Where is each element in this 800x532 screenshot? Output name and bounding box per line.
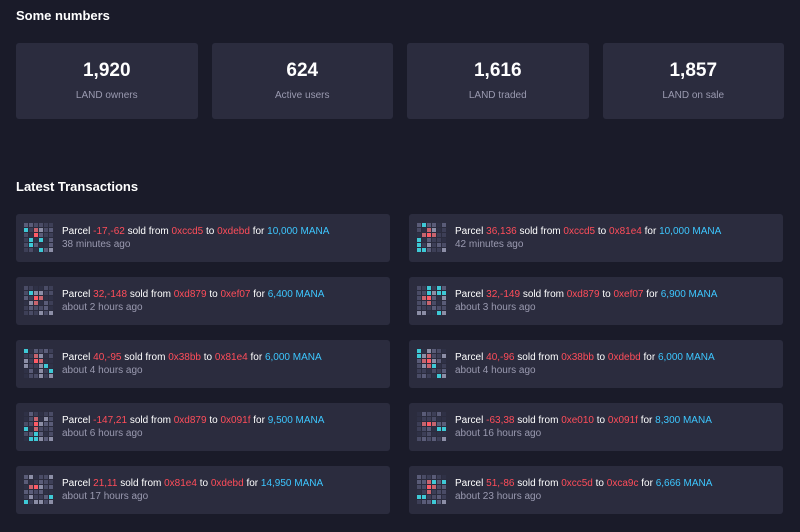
transaction-time: about 3 hours ago bbox=[455, 302, 536, 313]
transaction-description: Parcel 32,-149 sold from 0xd879 to 0xef0… bbox=[455, 289, 718, 300]
parcel-map-icon bbox=[24, 412, 53, 441]
transaction-time: about 23 hours ago bbox=[455, 491, 542, 502]
transaction-description: Parcel 51,-86 sold from 0xcc5d to 0xca9c… bbox=[455, 478, 713, 489]
price: 6,900 MANA bbox=[660, 289, 718, 300]
transaction-time: about 6 hours ago bbox=[62, 428, 143, 439]
transaction-card[interactable]: Parcel 40,-96 sold from 0x38bb to 0xdebd… bbox=[409, 340, 783, 388]
parcel-map-icon bbox=[24, 286, 53, 315]
buyer-address-link[interactable]: 0x091f bbox=[608, 415, 638, 426]
buyer-address-link[interactable]: 0xdebd bbox=[211, 478, 244, 489]
transaction-card[interactable]: Parcel 32,-148 sold from 0xd879 to 0xef0… bbox=[16, 277, 390, 325]
seller-address-link[interactable]: 0x81e4 bbox=[164, 478, 197, 489]
parcel-coords-link[interactable]: 40,-96 bbox=[486, 352, 514, 363]
seller-address-link[interactable]: 0x38bb bbox=[168, 352, 201, 363]
stat-card-land-on-sale: 1,857 LAND on sale bbox=[602, 43, 784, 119]
transaction-card[interactable]: Parcel 36,136 sold from 0xccd5 to 0x81e4… bbox=[409, 214, 783, 262]
buyer-address-link[interactable]: 0x81e4 bbox=[609, 226, 642, 237]
parcel-map-icon bbox=[417, 475, 446, 504]
transaction-card[interactable]: Parcel 51,-86 sold from 0xcc5d to 0xca9c… bbox=[409, 466, 783, 514]
seller-address-link[interactable]: 0xd879 bbox=[174, 289, 207, 300]
transaction-time: about 16 hours ago bbox=[455, 428, 542, 439]
transaction-description: Parcel 21,11 sold from 0x81e4 to 0xdebd … bbox=[62, 478, 324, 489]
buyer-address-link[interactable]: 0xef07 bbox=[613, 289, 643, 300]
stat-card-land-owners: 1,920 LAND owners bbox=[16, 43, 198, 119]
stat-value: 1,920 bbox=[82, 60, 131, 81]
parcel-coords-link[interactable]: -17,-62 bbox=[93, 226, 125, 237]
stat-value: 1,857 bbox=[669, 60, 718, 81]
parcel-map-icon bbox=[24, 223, 53, 252]
stat-card-active-users: 624 Active users bbox=[211, 43, 393, 119]
parcel-coords-link[interactable]: -147,21 bbox=[93, 415, 127, 426]
stat-value: 1,616 bbox=[473, 60, 522, 81]
parcel-map-icon bbox=[417, 412, 446, 441]
transaction-description: Parcel -147,21 sold from 0xd879 to 0x091… bbox=[62, 415, 325, 426]
seller-address-link[interactable]: 0xcc5d bbox=[561, 478, 593, 489]
parcel-coords-link[interactable]: 32,-149 bbox=[486, 289, 520, 300]
section-title-numbers: Some numbers bbox=[16, 8, 110, 23]
transaction-description: Parcel 40,-95 sold from 0x38bb to 0x81e4… bbox=[62, 352, 322, 363]
price: 9,500 MANA bbox=[267, 415, 325, 426]
seller-address-link[interactable]: 0xd879 bbox=[567, 289, 600, 300]
price: 14,950 MANA bbox=[260, 478, 324, 489]
parcel-coords-link[interactable]: 40,-95 bbox=[93, 352, 121, 363]
transactions-list: Parcel -17,-62 sold from 0xccd5 to 0xdeb… bbox=[16, 214, 790, 514]
transaction-card[interactable]: Parcel 32,-149 sold from 0xd879 to 0xef0… bbox=[409, 277, 783, 325]
parcel-map-icon bbox=[24, 349, 53, 378]
transaction-time: about 4 hours ago bbox=[455, 365, 536, 376]
price: 8,300 MANA bbox=[655, 415, 712, 426]
transaction-description: Parcel 40,-96 sold from 0x38bb to 0xdebd… bbox=[455, 352, 715, 363]
transaction-time: about 2 hours ago bbox=[62, 302, 143, 313]
seller-address-link[interactable]: 0xccd5 bbox=[172, 226, 204, 237]
buyer-address-link[interactable]: 0xdebd bbox=[608, 352, 641, 363]
parcel-coords-link[interactable]: 51,-86 bbox=[486, 478, 514, 489]
parcel-map-icon bbox=[417, 223, 446, 252]
price: 10,000 MANA bbox=[659, 226, 722, 237]
stat-label: LAND on sale bbox=[662, 90, 725, 101]
price: 6,666 MANA bbox=[655, 478, 713, 489]
parcel-coords-link[interactable]: 36,136 bbox=[486, 226, 517, 237]
seller-address-link[interactable]: 0xd879 bbox=[174, 415, 207, 426]
stat-value: 624 bbox=[286, 60, 319, 81]
transaction-time: 38 minutes ago bbox=[62, 239, 131, 250]
stat-card-land-traded: 1,616 LAND traded bbox=[407, 43, 589, 119]
transaction-description: Parcel -63,38 sold from 0xe010 to 0x091f… bbox=[455, 415, 712, 426]
price: 6,400 MANA bbox=[267, 289, 325, 300]
transaction-card[interactable]: Parcel -63,38 sold from 0xe010 to 0x091f… bbox=[409, 403, 783, 451]
transaction-card[interactable]: Parcel 21,11 sold from 0x81e4 to 0xdebd … bbox=[16, 466, 390, 514]
seller-address-link[interactable]: 0xccd5 bbox=[563, 226, 595, 237]
parcel-coords-link[interactable]: 32,-148 bbox=[93, 289, 127, 300]
stat-label: LAND traded bbox=[468, 90, 527, 101]
price: 10,000 MANA bbox=[267, 226, 330, 237]
seller-address-link[interactable]: 0x38bb bbox=[561, 352, 594, 363]
price: 6,000 MANA bbox=[657, 352, 715, 363]
stat-label: LAND owners bbox=[75, 90, 138, 101]
transaction-time: 42 minutes ago bbox=[455, 239, 524, 250]
transaction-description: Parcel -17,-62 sold from 0xccd5 to 0xdeb… bbox=[62, 226, 330, 237]
buyer-address-link[interactable]: 0xdebd bbox=[217, 226, 250, 237]
transaction-card[interactable]: Parcel -147,21 sold from 0xd879 to 0x091… bbox=[16, 403, 390, 451]
transaction-description: Parcel 36,136 sold from 0xccd5 to 0x81e4… bbox=[455, 226, 722, 237]
seller-address-link[interactable]: 0xe010 bbox=[561, 415, 594, 426]
parcel-map-icon bbox=[417, 349, 446, 378]
parcel-map-icon bbox=[417, 286, 446, 315]
buyer-address-link[interactable]: 0x81e4 bbox=[215, 352, 248, 363]
transaction-time: about 17 hours ago bbox=[62, 491, 149, 502]
stats-row: 1,920 LAND owners 624 Active users 1,616… bbox=[16, 43, 784, 119]
parcel-coords-link[interactable]: -63,38 bbox=[486, 415, 514, 426]
transaction-description: Parcel 32,-148 sold from 0xd879 to 0xef0… bbox=[62, 289, 325, 300]
transaction-time: about 4 hours ago bbox=[62, 365, 143, 376]
price: 6,000 MANA bbox=[264, 352, 322, 363]
transaction-card[interactable]: Parcel -17,-62 sold from 0xccd5 to 0xdeb… bbox=[16, 214, 390, 262]
buyer-address-link[interactable]: 0xef07 bbox=[220, 289, 250, 300]
buyer-address-link[interactable]: 0xca9c bbox=[607, 478, 639, 489]
section-title-transactions: Latest Transactions bbox=[16, 179, 139, 194]
transaction-card[interactable]: Parcel 40,-95 sold from 0x38bb to 0x81e4… bbox=[16, 340, 390, 388]
buyer-address-link[interactable]: 0x091f bbox=[220, 415, 250, 426]
stat-label: Active users bbox=[275, 90, 330, 101]
parcel-coords-link[interactable]: 21,11 bbox=[93, 478, 117, 489]
parcel-map-icon bbox=[24, 475, 53, 504]
